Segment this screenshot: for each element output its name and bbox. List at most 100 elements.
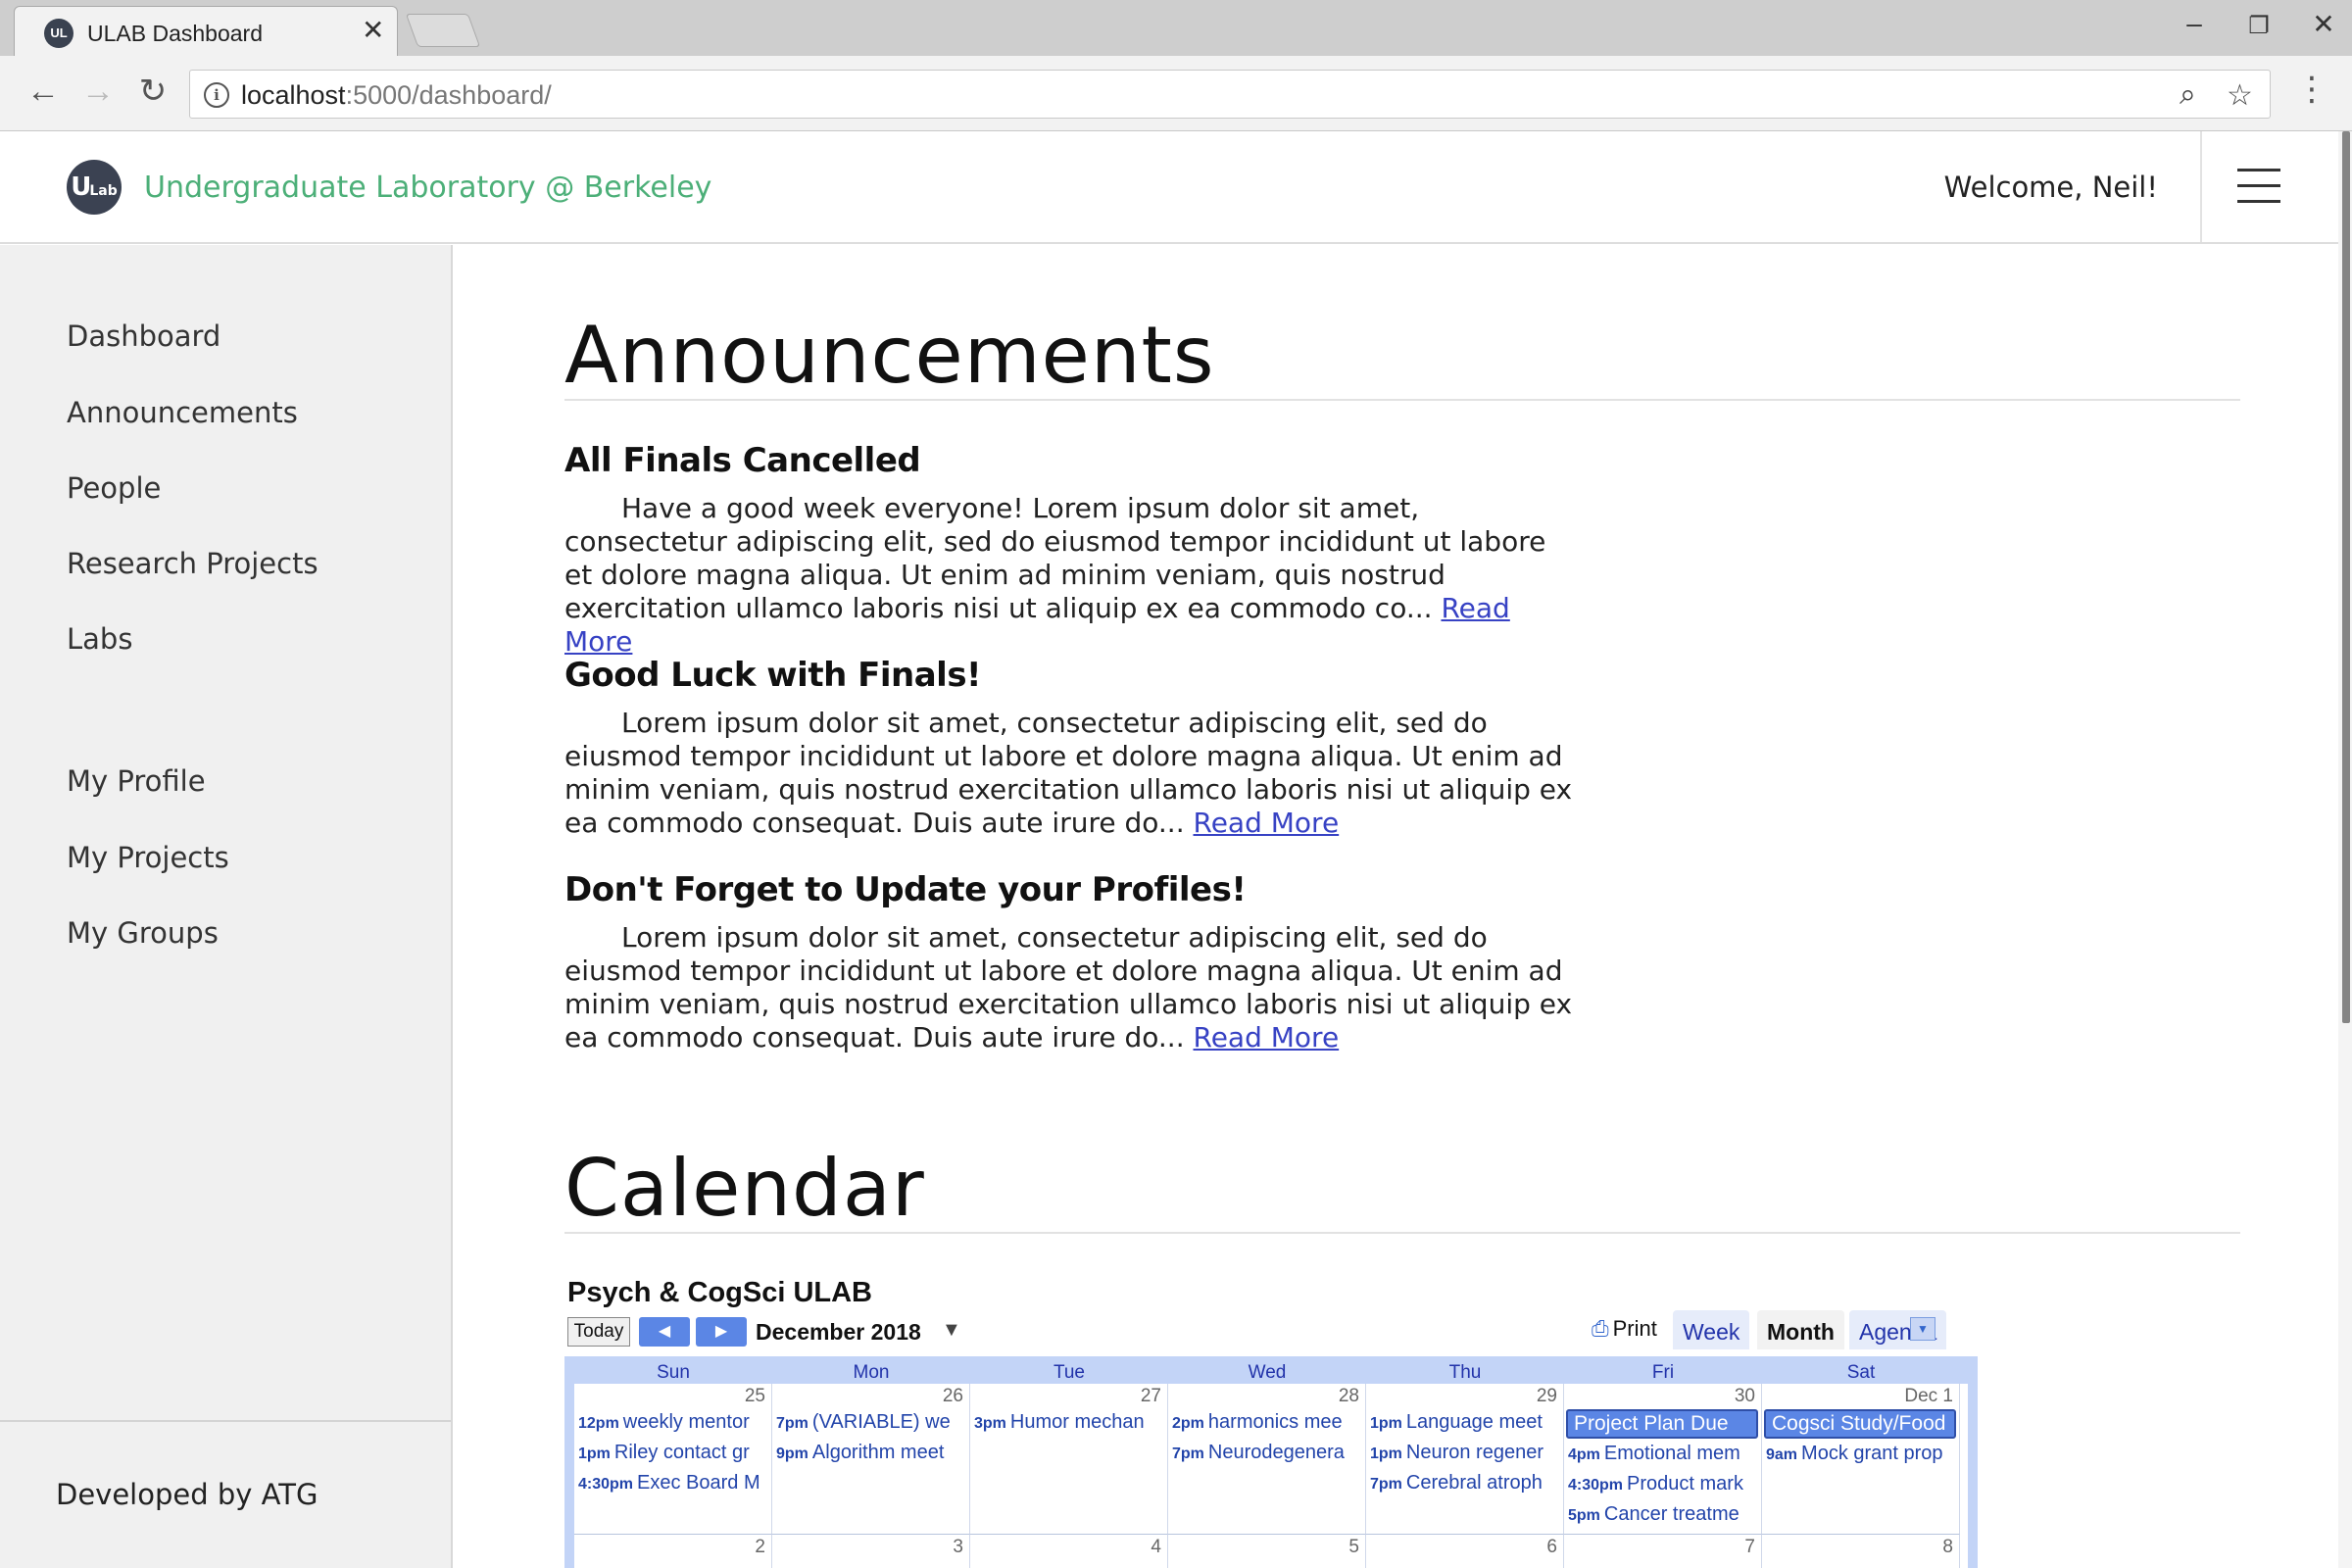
calendar-event[interactable]: 9am Mock grant prop (1766, 1443, 1958, 1465)
calendar-event[interactable]: 4:30pm Exec Board M (578, 1472, 770, 1494)
star-icon[interactable]: ☆ (2227, 78, 2253, 113)
read-more-link[interactable]: Read More (1194, 807, 1340, 839)
dow-fri: Fri (1651, 1362, 1675, 1383)
calendar-day-cell[interactable]: 7 (1564, 1535, 1762, 1568)
prev-month-button[interactable]: ◀ (639, 1317, 690, 1347)
view-tab-week[interactable]: Week (1673, 1310, 1750, 1349)
sidebar-item-my-projects[interactable]: My Projects (67, 841, 229, 874)
forward-arrow-icon[interactable]: → (76, 74, 120, 109)
calendar-day-cell[interactable]: 5 (1168, 1535, 1366, 1568)
calendar-event[interactable]: 1pm Neuron regener (1370, 1442, 1562, 1464)
calendar-event[interactable]: 7pm Cerebral atroph (1370, 1472, 1562, 1494)
calendar-event[interactable]: 1pm Riley contact gr (578, 1442, 770, 1464)
sidebar-item-my-profile[interactable]: My Profile (67, 764, 206, 798)
calendar-day-cell[interactable]: 28 2pm harmonics mee 7pm Neurodegenera (1168, 1384, 1366, 1535)
dow-tue: Tue (1053, 1362, 1086, 1383)
event-title: Emotional mem (1603, 1443, 1740, 1464)
hamburger-menu-icon[interactable] (2237, 169, 2280, 204)
address-bar[interactable]: i localhost:5000/dashboard/ ⌕ ☆ (189, 70, 2271, 119)
sidebar-item-dashboard[interactable]: Dashboard (67, 319, 220, 353)
calendar-name: Psych & CogSci ULAB (567, 1277, 872, 1308)
event-title: Neurodegenera (1207, 1442, 1345, 1463)
event-title: weekly mentor (622, 1411, 750, 1433)
reload-icon[interactable]: ↻ (131, 74, 174, 109)
site-name-link[interactable]: Undergraduate Laboratory @ Berkeley (144, 171, 711, 205)
minimize-icon[interactable]: – (2170, 8, 2219, 39)
sidebar-item-labs[interactable]: Labs (67, 622, 132, 656)
calendar-event[interactable]: 12pm weekly mentor (578, 1411, 770, 1434)
event-time: 1pm (1370, 1446, 1402, 1462)
calendar-event[interactable]: 2pm harmonics mee (1172, 1411, 1364, 1434)
day-number: 6 (1546, 1537, 1557, 1557)
event-title: (VARIABLE) we (811, 1411, 951, 1433)
print-button[interactable]: ⎙ Print (1592, 1316, 1657, 1342)
calendar-event[interactable]: 5pm Cancer treatme (1568, 1503, 1760, 1526)
read-more-link[interactable]: Read More (1194, 1021, 1340, 1054)
calendar-event[interactable]: 9pm Algorithm meet (776, 1442, 968, 1464)
event-time: 2pm (1172, 1415, 1204, 1432)
browser-toolbar: ← → ↻ i localhost:5000/dashboard/ ⌕ ☆ ⋮ (0, 56, 2352, 131)
close-icon[interactable]: ✕ (2299, 8, 2348, 40)
day-number: 3 (953, 1537, 963, 1557)
sidebar-item-announcements[interactable]: Announcements (67, 396, 298, 429)
site-header: ULab Undergraduate Laboratory @ Berkeley… (0, 131, 2338, 244)
announcement-title: Don't Forget to Update your Profiles! (564, 870, 1247, 909)
sidebar-item-research-projects[interactable]: Research Projects (67, 547, 318, 580)
calendar-day-cell[interactable]: 8 (1762, 1535, 1960, 1568)
browser-tab[interactable]: UL ULAB Dashboard ✕ (14, 6, 398, 57)
menu-dots-icon[interactable]: ⋮ (2295, 72, 2328, 107)
event-time: 4:30pm (1568, 1477, 1624, 1494)
printer-icon: ⎙ (1592, 1316, 1609, 1341)
sidebar-divider (0, 1420, 451, 1422)
main-content: Announcements All Finals Cancelled Have … (455, 245, 2338, 1568)
month-dropdown-icon[interactable]: ▼ (942, 1319, 961, 1342)
calendar-day-cell[interactable]: 30 Project Plan Due 4pm Emotional mem 4:30pm… (1564, 1384, 1762, 1535)
sidebar: Dashboard Announcements People Research … (0, 245, 453, 1568)
zoom-icon[interactable]: ⌕ (2180, 78, 2196, 112)
calendar-day-cell[interactable]: 4 (970, 1535, 1168, 1568)
back-arrow-icon[interactable]: ← (22, 74, 65, 109)
calendar-body: 2 5 12pm weekly mentor 1pm Riley contact gr 4:… (574, 1384, 1968, 1568)
calendar-day-cell[interactable]: 2 (574, 1535, 772, 1568)
new-tab-button[interactable] (405, 14, 481, 47)
event-title: Product mark (1627, 1473, 1743, 1494)
sidebar-item-my-groups[interactable]: My Groups (67, 916, 219, 950)
calendar-event[interactable]: 7pm (VARIABLE) we (776, 1411, 968, 1434)
all-day-event[interactable]: Cogsci Study/Food (1764, 1409, 1956, 1439)
view-tab-month[interactable]: Month (1757, 1310, 1844, 1349)
day-number: Dec 1 (1904, 1386, 1953, 1406)
view-dropdown-icon[interactable]: ▼ (1910, 1317, 1936, 1341)
day-number: 27 (1140, 1386, 1161, 1406)
calendar-day-cell[interactable]: 29 1pm Language meet 1pm Neuron regener 7pm Ce… (1366, 1384, 1564, 1535)
announcement-title: Good Luck with Finals! (564, 656, 982, 695)
restore-icon[interactable]: ❐ (2234, 12, 2283, 40)
today-button[interactable]: Today (567, 1317, 630, 1347)
calendar-day-cell[interactable]: 27 3pm Humor mechan (970, 1384, 1168, 1535)
page-scrollbar-thumb[interactable] (2342, 131, 2350, 1023)
event-title: Cerebral atroph (1405, 1472, 1543, 1494)
url-text[interactable]: localhost:5000/dashboard/ (241, 80, 552, 111)
calendar-event[interactable]: 1pm Language meet (1370, 1411, 1562, 1434)
event-time: 1pm (1370, 1415, 1402, 1432)
calendar-event[interactable]: 4:30pm Product mark (1568, 1473, 1760, 1495)
event-time: 7pm (1172, 1446, 1204, 1462)
event-time: 12pm (578, 1415, 619, 1432)
welcome-text: Welcome, Neil! (1943, 171, 2158, 204)
calendar-day-cell[interactable]: 3 (772, 1535, 970, 1568)
calendar-event[interactable]: 4pm Emotional mem (1568, 1443, 1760, 1465)
sidebar-item-people[interactable]: People (67, 471, 161, 505)
tab-close-icon[interactable]: ✕ (362, 15, 384, 45)
calendar-heading: Calendar (564, 1143, 925, 1234)
event-title: Humor mechan (1009, 1411, 1145, 1433)
calendar-day-cell[interactable]: 26 7pm (VARIABLE) we 9pm Algorithm meet (772, 1384, 970, 1535)
calendar-day-cell[interactable]: 6 (1366, 1535, 1564, 1568)
all-day-event[interactable]: Project Plan Due (1566, 1409, 1758, 1439)
next-month-button[interactable]: ▶ (696, 1317, 747, 1347)
calendar-event[interactable]: 7pm Neurodegenera (1172, 1442, 1364, 1464)
browser-tabstrip: UL ULAB Dashboard ✕ – ❐ ✕ (0, 0, 2352, 57)
calendar-day-cell[interactable]: Dec 1 Cogsci Study/Food 9am Mock grant prop (1762, 1384, 1960, 1535)
ulab-logo[interactable]: ULab (67, 160, 122, 215)
calendar-day-cell[interactable]: 25 12pm weekly mentor 1pm Riley contact gr 4:… (574, 1384, 772, 1535)
info-icon[interactable]: i (204, 82, 229, 108)
calendar-event[interactable]: 3pm Humor mechan (974, 1411, 1166, 1434)
